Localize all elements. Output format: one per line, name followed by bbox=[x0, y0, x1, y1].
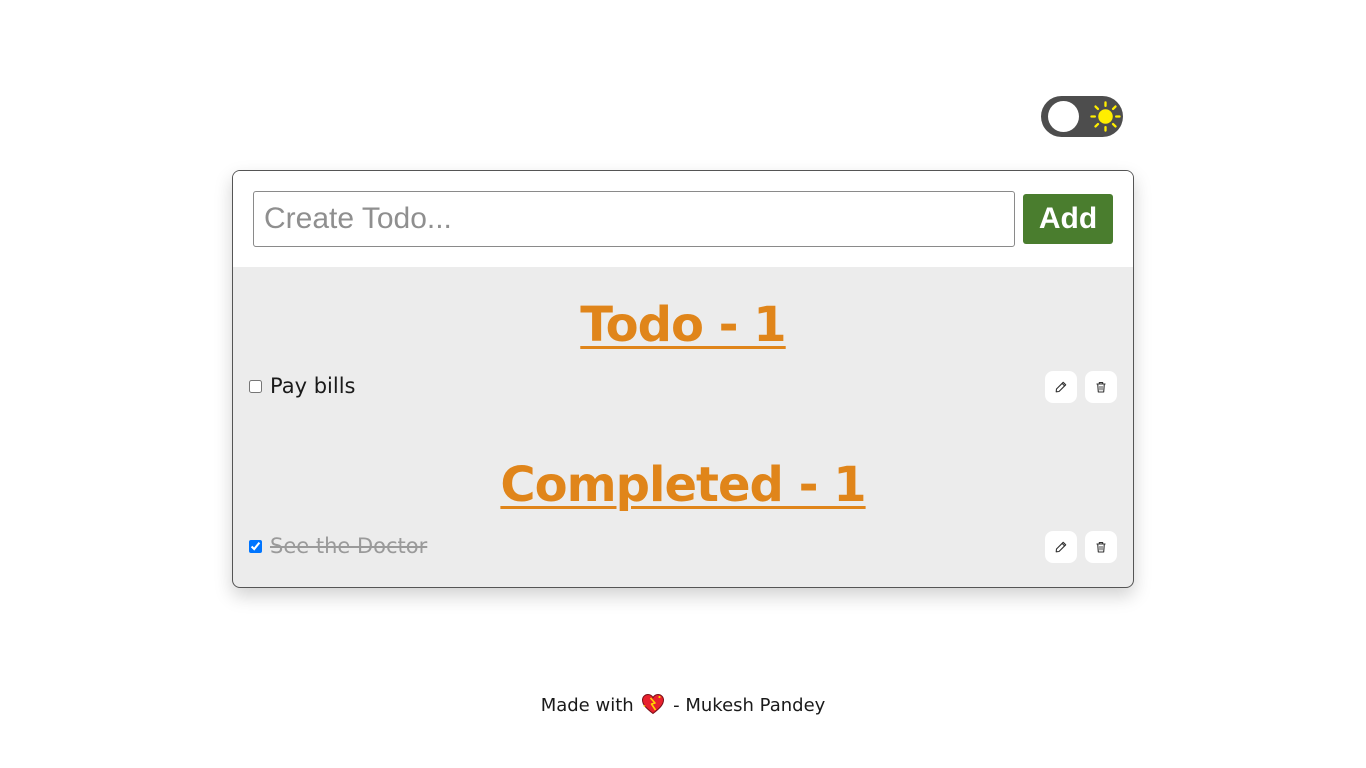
trash-icon bbox=[1096, 542, 1106, 553]
heart-icon bbox=[642, 693, 665, 715]
footer: Made with - Mukesh Pandey bbox=[0, 693, 1366, 716]
todo-item-text: Pay bills bbox=[270, 374, 356, 398]
pencil-icon bbox=[1055, 381, 1067, 393]
theme-toggle[interactable] bbox=[1041, 96, 1123, 137]
create-todo-input[interactable] bbox=[253, 191, 1015, 247]
pencil-icon bbox=[1055, 541, 1067, 553]
footer-prefix: Made with bbox=[540, 695, 634, 716]
todo-item-checkbox[interactable] bbox=[249, 380, 262, 393]
completed-item: See the Doctor bbox=[249, 531, 1117, 565]
todo-section-heading: Todo - 1 bbox=[580, 297, 786, 353]
todo-item: Pay bills bbox=[249, 371, 1117, 405]
delete-completed-button[interactable] bbox=[1085, 531, 1117, 563]
edit-completed-button[interactable] bbox=[1045, 531, 1077, 563]
footer-author: - Mukesh Pandey bbox=[673, 695, 826, 716]
delete-todo-button[interactable] bbox=[1085, 371, 1117, 403]
sun-icon bbox=[1090, 101, 1121, 132]
todo-card: Add Todo - 1 Pay bills Completed - 1 See… bbox=[232, 170, 1134, 588]
completed-item-checkbox[interactable] bbox=[249, 540, 262, 553]
edit-todo-button[interactable] bbox=[1045, 371, 1077, 403]
create-todo-form: Add bbox=[233, 171, 1133, 267]
completed-section-heading: Completed - 1 bbox=[500, 457, 866, 513]
trash-icon bbox=[1096, 382, 1106, 393]
completed-item-text: See the Doctor bbox=[270, 534, 428, 558]
add-button[interactable]: Add bbox=[1023, 194, 1113, 244]
toggle-knob bbox=[1048, 101, 1079, 132]
